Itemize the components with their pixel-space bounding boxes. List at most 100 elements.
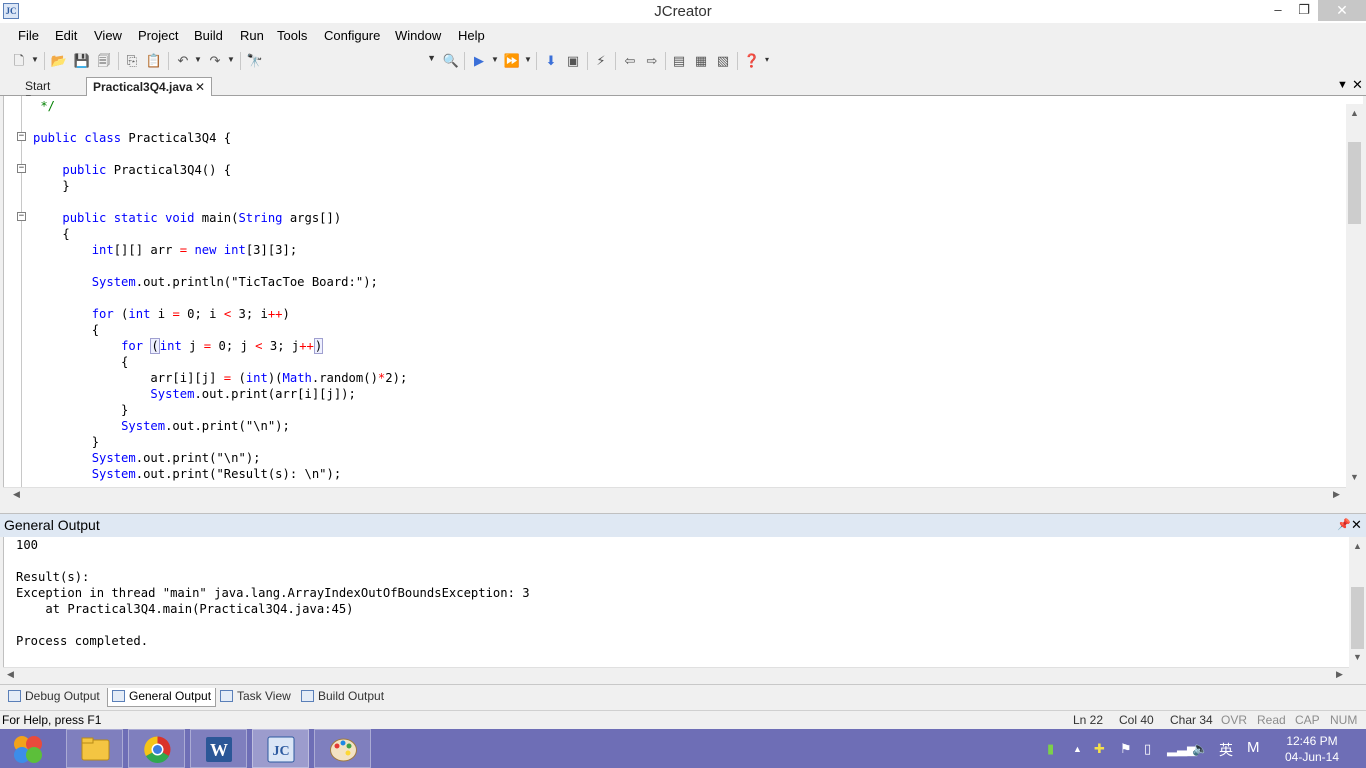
save-icon[interactable]: 💾 [73,52,91,70]
code-line: System.out.print("Result(s): \n"); [91,467,342,481]
run-icon[interactable]: ▶ [470,52,488,70]
code-line: System.out.print("\n"); [121,419,290,433]
output-tab-strip: Debug Output General Output Task View Bu… [0,684,1366,708]
undo-dropdown-icon[interactable]: ▼ [194,55,202,64]
output-console[interactable]: 100 Result(s): Exception in thread "main… [3,537,1349,667]
code-line: } [33,179,70,193]
run-dropdown-icon[interactable]: ▼ [491,55,499,64]
ime-language-indicator[interactable]: 英 [1219,740,1233,760]
back-icon[interactable]: ⇦ [621,52,639,70]
new-file-icon[interactable]: 🗋 [10,52,28,70]
editor-horizontal-scrollbar[interactable]: ◀ ▶ [3,487,1346,501]
compile-icon[interactable]: ⬇ [542,52,560,70]
action-center-flag-icon[interactable]: ⚑ [1120,741,1132,757]
taskbar-word-button[interactable]: W [190,729,247,768]
forward-icon[interactable]: ⇨ [643,52,661,70]
battery-icon[interactable]: ▮ [1047,741,1054,757]
volume-muted-icon[interactable]: 🔈 [1192,741,1208,757]
close-editor-icon[interactable]: ✕ [1352,77,1363,93]
menu-run[interactable]: Run [240,28,264,43]
code-line: { [33,355,129,369]
tab-debug-output[interactable]: Debug Output [4,688,104,707]
menu-tools[interactable]: Tools [277,28,307,43]
code-editor[interactable]: − − − */ public class Practical3Q4 { pub… [3,96,1363,487]
menu-configure[interactable]: Configure [324,28,380,43]
taskbar-chrome-button[interactable] [128,729,185,768]
fold-class-icon[interactable]: − [17,132,26,141]
output-horizontal-scrollbar[interactable]: ◀ ▶ [3,667,1349,682]
open-icon[interactable]: 📂 [50,52,68,70]
scroll-left-icon[interactable]: ◀ [7,669,14,680]
output-vertical-scrollbar[interactable]: ▲ ▼ [1349,537,1366,667]
tab-task-view[interactable]: Task View [216,688,295,707]
undo-icon[interactable]: ↶ [174,52,192,70]
start-orb-icon[interactable] [10,731,46,767]
taskbar-paint-button[interactable] [314,729,371,768]
scroll-down-icon[interactable]: ▼ [1350,472,1359,482]
clock-date: 04-Jun-14 [1284,750,1340,764]
find-combo[interactable]: ▼ [268,52,438,70]
redo-icon[interactable]: ↷ [206,52,224,70]
pin-icon[interactable]: 📌 [1337,518,1351,531]
help-icon[interactable]: ❓ [743,52,761,70]
ime-mode-indicator[interactable]: M [1247,739,1260,756]
menu-build[interactable]: Build [194,28,223,43]
find-icon[interactable]: 🔭 [246,52,264,70]
scroll-down-icon[interactable]: ▼ [1353,652,1362,662]
scroll-right-icon[interactable]: ▶ [1333,489,1340,500]
tray-app-icon[interactable]: ✚ [1094,741,1105,757]
svg-text:JC: JC [272,744,289,759]
task-view-icon [220,690,233,702]
system-clock[interactable]: 12:46 PM 04-Jun-14 [1282,733,1342,765]
find-in-files-icon[interactable]: 🔍 [442,52,460,70]
menu-project[interactable]: Project [138,28,178,43]
scroll-right-icon[interactable]: ▶ [1336,669,1343,680]
stop-icon[interactable]: ⚡ [592,52,610,70]
close-window-button[interactable]: ✕ [1318,0,1366,21]
restore-button[interactable]: ❐ [1291,0,1317,21]
editor-vertical-scrollbar[interactable]: ▲ ▼ [1346,104,1363,487]
project-view-icon[interactable]: ▤ [670,52,688,70]
fold-main-icon[interactable]: − [17,212,26,221]
tab-list-icon[interactable]: ▼ [1337,79,1348,91]
menu-file[interactable]: File [18,28,39,43]
toolbar: 🗋 ▼ 📂 💾 🗐 ⎘ 📋 ↶ ▼ ↷ ▼ 🔭 🔍 ▶ ▼ ⏩ ▼ ⬇ ▣ ⚡ … [0,47,1366,75]
chevron-down-icon[interactable]: ▼ [427,53,436,63]
output-panel-header: General Output 📌 ✕ [0,513,1366,537]
scroll-up-icon[interactable]: ▲ [1353,541,1362,551]
tab-build-output[interactable]: Build Output [297,688,388,707]
menu-view[interactable]: View [94,28,122,43]
redo-dropdown-icon[interactable]: ▼ [227,55,235,64]
scroll-thumb[interactable] [1351,587,1364,649]
close-panel-icon[interactable]: ✕ [1351,517,1362,533]
scroll-left-icon[interactable]: ◀ [13,489,20,500]
tab-practical3q4-java[interactable]: Practical3Q4.java ✕ [86,77,212,96]
save-all-icon[interactable]: 🗐 [95,52,113,70]
debug-dropdown-icon[interactable]: ▼ [524,55,532,64]
menu-help[interactable]: Help [458,28,485,43]
taskbar-explorer-button[interactable] [66,729,123,768]
tab-general-output[interactable]: General Output [107,688,217,707]
menu-window[interactable]: Window [395,28,441,43]
svg-text:W: W [210,740,228,760]
build-project-icon[interactable]: ▣ [564,52,582,70]
minimize-button[interactable]: – [1265,0,1291,21]
show-hidden-icons-icon[interactable]: ▲ [1073,744,1082,754]
copy-icon[interactable]: ⎘ [123,52,141,70]
device-icon[interactable]: ▯ [1144,741,1151,757]
close-tab-icon[interactable]: ✕ [195,80,205,94]
new-dropdown-icon[interactable]: ▼ [31,55,39,64]
debug-run-icon[interactable]: ⏩ [503,52,521,70]
file-view-icon[interactable]: ▦ [692,52,710,70]
taskbar-jcreator-button[interactable]: JC [252,729,309,768]
general-output-icon [112,690,125,702]
paste-icon[interactable]: 📋 [145,52,163,70]
tab-start-page[interactable]: Start Page [19,77,87,107]
toolbar-options-icon[interactable]: ▾ [765,55,769,64]
code-line: public static void main(String args[]) [62,211,342,225]
fold-constructor-icon[interactable]: − [17,164,26,173]
menu-edit[interactable]: Edit [55,28,77,43]
class-view-icon[interactable]: ▧ [714,52,732,70]
scroll-up-icon[interactable]: ▲ [1350,108,1359,118]
scroll-thumb[interactable] [1348,142,1361,224]
